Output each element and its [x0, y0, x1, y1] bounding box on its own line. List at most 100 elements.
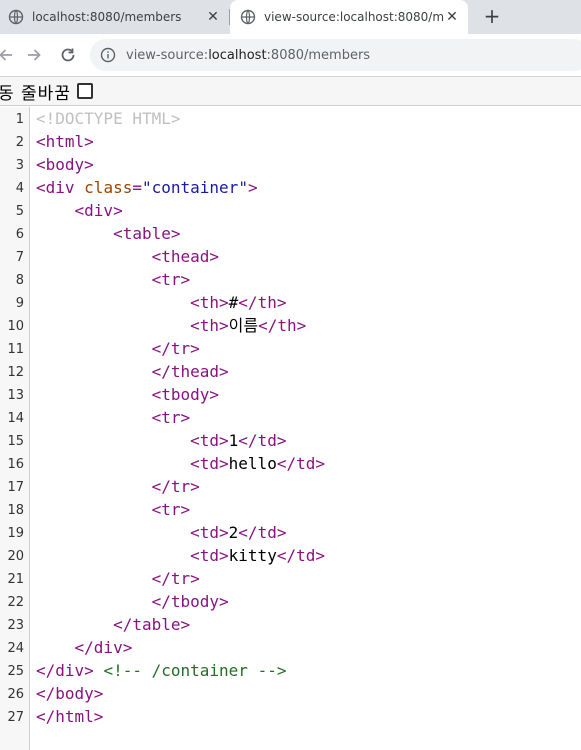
reload-icon[interactable]: [56, 43, 80, 67]
url-host: localhost: [208, 47, 267, 63]
close-icon[interactable]: ✕: [205, 9, 221, 25]
line-number: 22: [7, 595, 24, 610]
line-number: 5: [15, 204, 24, 219]
code-token: <table>: [113, 224, 181, 243]
line-number: 3: [15, 158, 24, 173]
line-content: <div>: [36, 199, 123, 222]
tab-strip: localhost:8080/members ✕ view-source:loc…: [0, 0, 581, 34]
line-number: 7: [15, 250, 24, 265]
line-number: 12: [7, 365, 24, 380]
line-content: <th>이름</th>: [36, 314, 306, 337]
tab-view-source[interactable]: view-source:localhost:8080/members ✕: [230, 0, 468, 34]
line-content: <td>hello</td>: [36, 452, 325, 475]
address-bar[interactable]: view-source: localhost:8080/members: [90, 39, 581, 71]
code-token: <body>: [36, 155, 94, 174]
line-number: 23: [7, 618, 24, 633]
source-line: 26 </body>: [0, 682, 581, 705]
code-token: <div>: [74, 201, 123, 220]
code-token: 이름: [228, 316, 259, 335]
code-token: </th>: [258, 316, 307, 335]
line-content: <tbody>: [36, 383, 219, 406]
line-content: </tr>: [36, 337, 200, 360]
code-token: </tr>: [151, 569, 200, 588]
code-token: </div>: [74, 638, 133, 657]
line-number: 24: [7, 641, 24, 656]
line-content: <td>2</td>: [36, 521, 286, 544]
line-number: 18: [7, 503, 24, 518]
line-number: 16: [7, 457, 24, 472]
tab-title: view-source:localhost:8080/members: [264, 10, 444, 24]
line-number: 21: [7, 572, 24, 587]
line-content: </html>: [36, 705, 103, 728]
source-line: 14 <tr>: [0, 406, 581, 429]
line-wrap-label: 동 줄바꿈: [0, 83, 71, 104]
source-line: 23 </table>: [0, 613, 581, 636]
browser-toolbar: view-source: localhost:8080/members: [0, 34, 581, 76]
code-token: <td>: [190, 431, 229, 450]
forward-arrow-icon[interactable]: [22, 43, 46, 67]
line-content: <div class="container">: [36, 176, 258, 199]
source-line: 4 <div class="container">: [0, 176, 581, 199]
back-arrow-icon[interactable]: [0, 43, 18, 67]
source-line: 7 <thead>: [0, 245, 581, 268]
code-token: <thead>: [151, 247, 220, 266]
line-content: <body>: [36, 153, 94, 176]
line-content: </div>: [36, 636, 133, 659]
tab-members[interactable]: localhost:8080/members ✕: [0, 0, 229, 34]
source-line: 22 </tbody>: [0, 590, 581, 613]
line-content: </thead>: [36, 360, 229, 383]
source-line: 13 <tbody>: [0, 383, 581, 406]
info-icon[interactable]: [100, 47, 116, 63]
line-wrap-checkbox[interactable]: [76, 83, 93, 99]
line-number: 15: [7, 434, 24, 449]
line-content: <td>kitty</td>: [36, 544, 325, 567]
code-token: </tr>: [151, 477, 200, 496]
source-line: 18 <tr>: [0, 498, 581, 521]
code-token: <!DOCTYPE HTML>: [36, 109, 181, 128]
source-line: 27 </html>: [0, 705, 581, 728]
code-token: <html>: [36, 132, 94, 151]
line-content: <tr>: [36, 498, 191, 521]
code-token: =: [132, 178, 142, 197]
code-token: 2: [228, 523, 239, 542]
code-token: </tbody>: [151, 592, 229, 611]
line-number: 8: [15, 273, 24, 288]
tab-title: localhost:8080/members: [32, 10, 182, 24]
line-number: 17: [7, 480, 24, 495]
code-token: </html>: [36, 707, 104, 726]
code-token: hello: [228, 454, 277, 473]
new-tab-plus-icon[interactable]: +: [480, 5, 504, 29]
line-content: <tr>: [36, 268, 191, 291]
code-token: kitty: [228, 546, 277, 565]
source-viewer: 동 줄바꿈 1 <!DOCTYPE HTML> 2 <html> 3 <body> 4 <di…: [0, 76, 581, 750]
code-token: <tr>: [151, 500, 191, 519]
code-token: <th>: [190, 293, 229, 312]
line-number: 1: [15, 112, 24, 127]
code-token: class: [84, 178, 133, 197]
code-token: <td>: [190, 523, 229, 542]
line-number: 14: [7, 411, 24, 426]
line-number: 11: [7, 342, 24, 357]
line-content: <th>#</th>: [36, 291, 286, 314]
line-content: <table>: [36, 222, 181, 245]
code-token: 1: [228, 431, 239, 450]
source-line: 8 <tr>: [0, 268, 581, 291]
line-content: <thead>: [36, 245, 219, 268]
source-line: 3 <body>: [0, 153, 581, 176]
code-token: </div>: [36, 661, 94, 680]
code-token: <th>: [190, 316, 229, 335]
code-token: </td>: [238, 523, 287, 542]
close-icon[interactable]: ✕: [444, 9, 460, 25]
code-token: </tr>: [151, 339, 200, 358]
line-number: 20: [7, 549, 24, 564]
line-content: <td>1</td>: [36, 429, 286, 452]
line-number: 13: [7, 388, 24, 403]
